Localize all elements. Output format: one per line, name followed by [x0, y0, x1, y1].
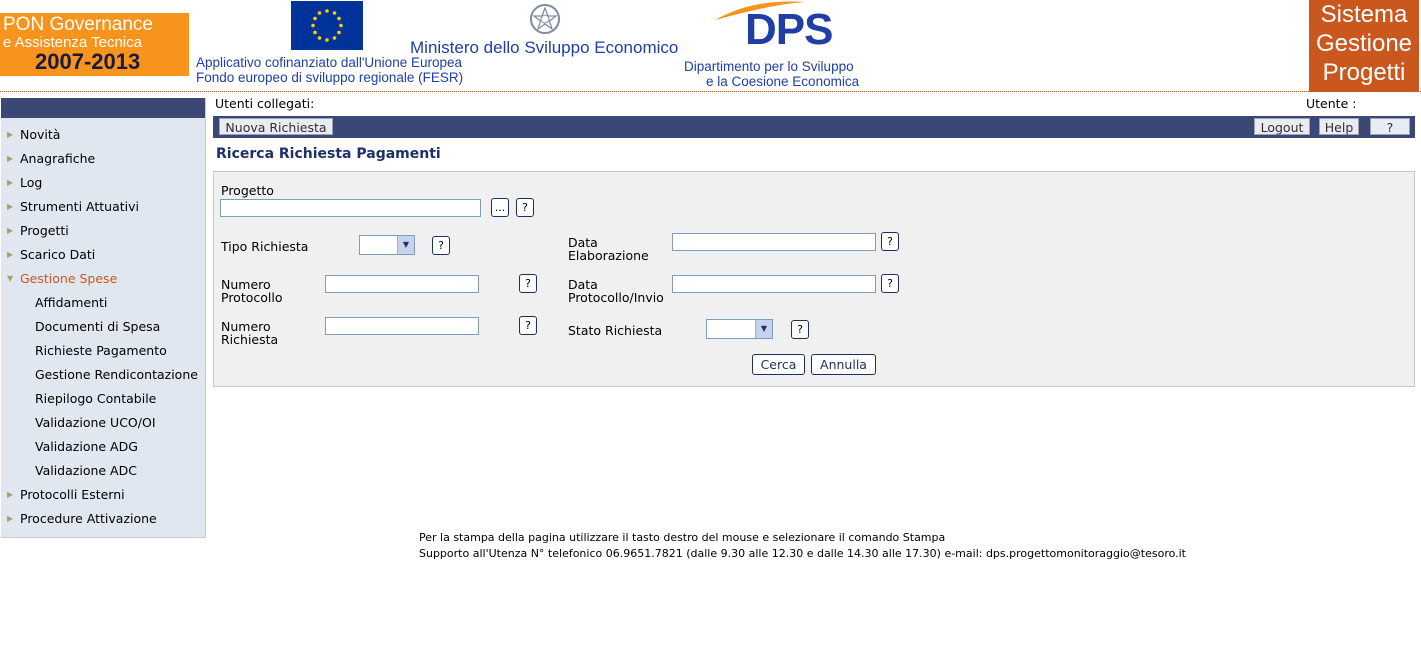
progetto-label: Progetto — [221, 183, 274, 198]
cancel-button[interactable]: Annulla — [811, 354, 876, 375]
page-title: Ricerca Richiesta Pagamenti — [216, 146, 441, 162]
help-button[interactable]: Help — [1319, 118, 1359, 135]
sidebar-header — [1, 98, 205, 118]
logout-button[interactable]: Logout — [1254, 118, 1310, 135]
sidebar-subitem-gestione-rendicontazione[interactable]: Gestione Rendicontazione — [1, 364, 205, 386]
status-row: Utenti collegati: Utente : — [215, 96, 1415, 114]
sidebar-item-strumenti-attuativi[interactable]: ▶ Strumenti Attuativi — [1, 196, 205, 218]
sistema-gestione-progetti-logo: Sistema Gestione Progetti — [1309, 0, 1419, 92]
tipo-richiesta-label: Tipo Richiesta — [221, 239, 309, 254]
numero-protocollo-help-button[interactable]: ? — [519, 274, 537, 293]
sidebar-subitem-validazione-uco-oi[interactable]: Validazione UCO/OI — [1, 412, 205, 434]
stato-richiesta-label: Stato Richiesta — [568, 323, 663, 338]
sidebar-item-log[interactable]: ▶ Log — [1, 172, 205, 194]
sidebar-subitem-validazione-adc[interactable]: Validazione ADC — [1, 460, 205, 482]
sidebar-item-gestione-spese[interactable]: ▼ Gestione Spese — [1, 268, 205, 290]
italian-republic-emblem-icon — [528, 2, 562, 40]
data-elaborazione-help-button[interactable]: ? — [881, 232, 899, 251]
ministero-title: Ministero dello Sviluppo Economico — [410, 38, 679, 57]
sidebar-subitem-riepilogo-contabile[interactable]: Riepilogo Contabile — [1, 388, 205, 410]
data-protocollo-input[interactable] — [672, 275, 876, 293]
sidebar-item-procedure-attivazione[interactable]: ▶ Procedure Attivazione — [1, 508, 205, 530]
right-arrow-icon: ▶ — [7, 202, 14, 211]
numero-protocollo-input[interactable] — [325, 275, 479, 293]
search-form-panel: Progetto ... ? Tipo Richiesta ▼ ? Data E… — [213, 171, 1415, 387]
tipo-richiesta-select[interactable]: ▼ — [359, 235, 415, 255]
progetto-help-button[interactable]: ? — [516, 198, 534, 217]
stato-richiesta-help-button[interactable]: ? — [791, 320, 809, 339]
new-request-button[interactable]: Nuova Richiesta — [219, 118, 333, 135]
right-arrow-icon: ▶ — [7, 226, 14, 235]
dps-line-1: Dipartimento per lo Sviluppo — [684, 59, 854, 74]
right-arrow-icon: ▶ — [7, 490, 14, 499]
right-arrow-icon: ▶ — [7, 250, 14, 259]
sidebar-subitem-richieste-pagamento[interactable]: Richieste Pagamento — [1, 340, 205, 362]
toolbar-question-button[interactable]: ? — [1370, 118, 1410, 135]
sidebar-subitem-affidamenti[interactable]: Affidamenti — [1, 292, 205, 314]
sidebar-item-progetti[interactable]: ▶ Progetti — [1, 220, 205, 242]
numero-richiesta-label: Numero Richiesta — [221, 319, 279, 347]
dps-line-2: e la Coesione Economica — [706, 74, 860, 89]
sidebar-item-novita[interactable]: ▶ Novità — [1, 124, 205, 146]
right-arrow-icon: ▶ — [7, 178, 14, 187]
down-arrow-icon: ▼ — [7, 274, 14, 283]
current-user-label: Utente : — [1306, 96, 1357, 111]
sidebar: ▶ Novità ▶ Anagrafiche ▶ Log ▶ Strumenti Att… — [1, 98, 206, 538]
data-elaborazione-label: Data Elaborazione — [568, 235, 649, 263]
data-protocollo-label: Data Protocollo/Invio — [568, 277, 664, 305]
sidebar-item-protocolli-esterni[interactable]: ▶ Protocolli Esterni — [1, 484, 205, 506]
tipo-richiesta-help-button[interactable]: ? — [432, 236, 450, 255]
sidebar-item-scarico-dati[interactable]: ▶ Scarico Dati — [1, 244, 205, 266]
right-arrow-icon: ▶ — [7, 514, 14, 523]
footer-support-info: Supporto all'Utenza N° telefonico 06.965… — [419, 547, 1186, 560]
progetto-browse-button[interactable]: ... — [491, 198, 509, 217]
pon-governance-logo: PON Governance e Assistenza Tecnica 2007… — [0, 13, 189, 76]
eu-flag-icon — [291, 1, 363, 50]
sidebar-subitem-documenti-di-spesa[interactable]: Documenti di Spesa — [1, 316, 205, 338]
progetto-input[interactable] — [220, 199, 481, 217]
numero-protocollo-label: Numero Protocollo — [221, 277, 283, 305]
chevron-down-icon: ▼ — [755, 320, 772, 338]
right-arrow-icon: ▶ — [7, 130, 14, 139]
users-connected-label: Utenti collegati: — [215, 96, 315, 111]
sidebar-item-anagrafiche[interactable]: ▶ Anagrafiche — [1, 148, 205, 170]
right-arrow-icon: ▶ — [7, 154, 14, 163]
sidebar-subitem-validazione-adg[interactable]: Validazione ADG — [1, 436, 205, 458]
data-elaborazione-input[interactable] — [672, 233, 876, 251]
stato-richiesta-select[interactable]: ▼ — [706, 319, 773, 339]
toolbar: Nuova Richiesta Logout Help ? — [213, 116, 1415, 138]
search-button[interactable]: Cerca — [752, 354, 805, 375]
numero-richiesta-help-button[interactable]: ? — [519, 316, 537, 335]
header-divider — [0, 91, 1421, 92]
numero-richiesta-input[interactable] — [325, 317, 479, 335]
footer-print-note: Per la stampa della pagina utilizzare il… — [419, 531, 946, 544]
chevron-down-icon: ▼ — [397, 236, 414, 254]
cofinanziato-line-2: Fondo europeo di sviluppo regionale (FES… — [196, 70, 464, 85]
dps-logo: DPS — [713, 0, 843, 60]
data-protocollo-help-button[interactable]: ? — [881, 274, 899, 293]
